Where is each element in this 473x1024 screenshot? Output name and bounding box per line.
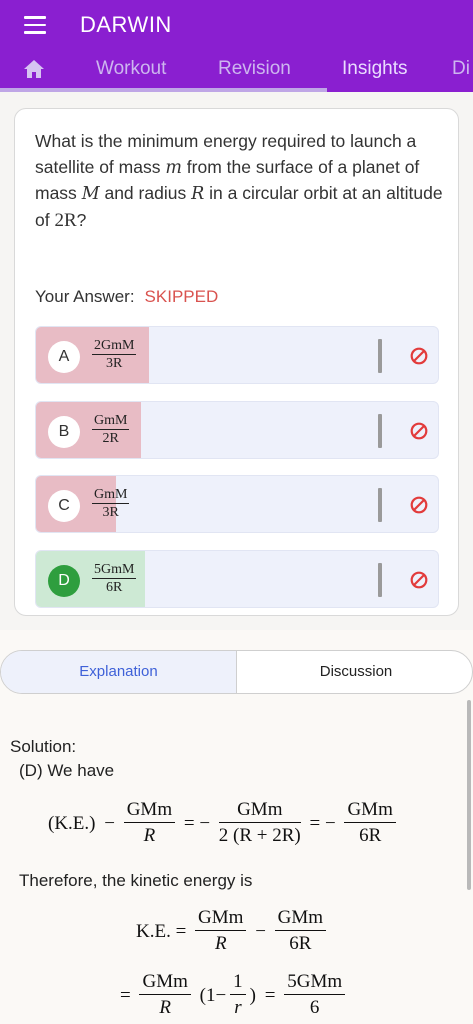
tab-more[interactable]: Di [452, 58, 470, 80]
option-a[interactable]: A 2GmM 3R [35, 326, 439, 384]
menu-icon[interactable] [24, 16, 46, 34]
app-bar: DARWIN Workout Revision Insights Di [0, 0, 473, 92]
option-letter: C [48, 490, 80, 522]
tab-revision[interactable]: Revision [218, 58, 291, 80]
equation-2: K.E. = GMm R − GMm 6R [134, 906, 328, 957]
report-icon[interactable] [410, 571, 428, 589]
option-d[interactable]: D 5GmM 6R [35, 550, 439, 608]
option-divider [378, 339, 382, 373]
option-b-value: GmM 2R [92, 413, 130, 446]
solution-text: (D) We have [19, 761, 115, 780]
report-icon[interactable] [410, 496, 428, 514]
option-divider [378, 563, 382, 597]
option-letter: D [48, 565, 80, 597]
option-a-value: 2GmM 3R [92, 338, 137, 371]
equation-3: = GMm R (1− 1 r) = 5GMm 6 [118, 970, 347, 1021]
option-c-value: GmM 3R [92, 487, 130, 520]
solution-label: Solution: [10, 737, 77, 756]
tab-bar: Workout Revision Insights Di [0, 48, 473, 92]
home-icon[interactable] [22, 58, 46, 80]
your-answer: Your Answer: SKIPPED [35, 287, 218, 307]
tab-insights[interactable]: Insights [342, 58, 407, 80]
option-divider [378, 414, 382, 448]
equation-1: (K.E.) − GMm R = − GMm 2 (R + 2R) = − GMm 6… [46, 798, 398, 849]
option-b[interactable]: B GmM 2R [35, 401, 439, 459]
answer-status: SKIPPED [144, 287, 219, 306]
report-icon[interactable] [410, 422, 428, 440]
option-letter: A [48, 341, 80, 373]
question-text: What is the minimum energy required to l… [35, 131, 443, 231]
option-divider [378, 488, 382, 522]
explanation-discussion-toggle: Explanation Discussion [0, 650, 473, 694]
tab-explanation[interactable]: Explanation [1, 651, 237, 693]
question-card: What is the minimum energy required to l… [14, 108, 459, 616]
scrollbar[interactable] [467, 700, 471, 890]
option-letter: B [48, 416, 80, 448]
solution-text: Therefore, the kinetic energy is [19, 871, 253, 890]
your-answer-label: Your Answer: [35, 287, 135, 306]
option-d-value: 5GmM 6R [92, 562, 137, 595]
tab-discussion[interactable]: Discussion [238, 651, 472, 693]
app-title: DARWIN [80, 12, 172, 37]
report-icon[interactable] [410, 347, 428, 365]
tab-workout[interactable]: Workout [96, 58, 166, 80]
tab-indicator [0, 88, 327, 92]
option-c[interactable]: C GmM 3R [35, 475, 439, 533]
